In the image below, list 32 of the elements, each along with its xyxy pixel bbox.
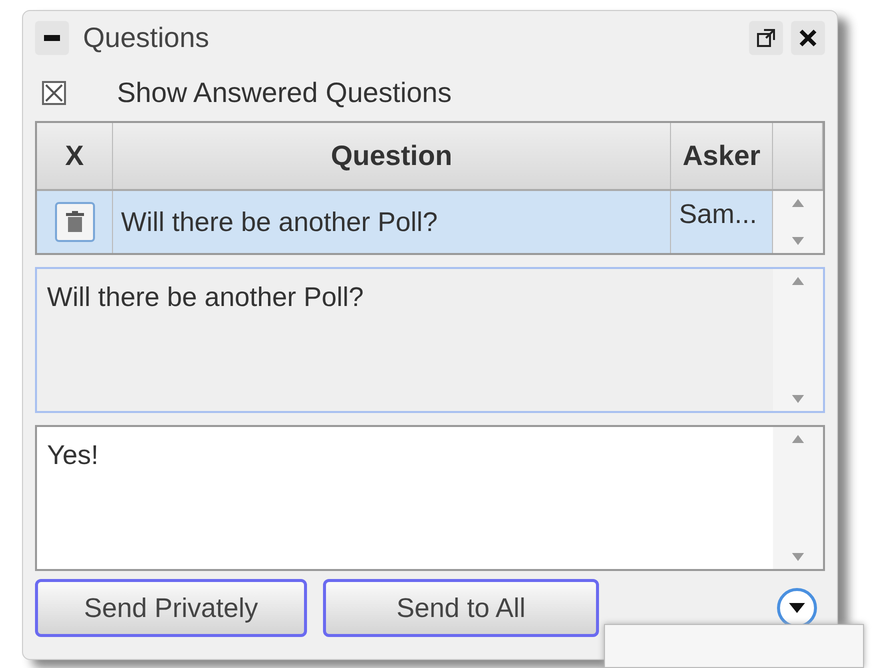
scroll-up-icon[interactable] (792, 199, 804, 207)
send-button[interactable]: Send to All (323, 579, 599, 637)
minimize-icon (44, 35, 60, 41)
answer-text-area[interactable]: Yes! (35, 425, 825, 571)
scrollbar[interactable] (773, 269, 823, 411)
question-text-area[interactable]: Will there be another Poll? (35, 267, 825, 413)
column-header[interactable]: Question (113, 123, 671, 189)
answer-text: Yes! (47, 440, 99, 470)
close-icon (799, 29, 817, 47)
question-text: Will there be another Poll? (47, 282, 364, 312)
popout-icon (756, 28, 776, 48)
scroll-up-icon[interactable] (792, 277, 804, 285)
scroll-down-icon[interactable] (792, 395, 804, 403)
popout-button[interactable] (749, 21, 783, 55)
scrollbar[interactable] (773, 427, 823, 569)
scroll-down-icon[interactable] (792, 553, 804, 561)
checkbox[interactable] (41, 80, 67, 106)
caret-icon (789, 603, 805, 613)
send-button[interactable]: Send Privately (35, 579, 307, 637)
table-cell-text: Sam... (679, 198, 758, 231)
trash-icon (64, 211, 84, 233)
column-header[interactable]: X (37, 123, 113, 189)
scrollbar[interactable] (773, 191, 823, 253)
table-cell-text: Will there be another Poll? (121, 206, 438, 239)
column-header[interactable]: Asker (671, 123, 773, 189)
delete-button[interactable] (54, 202, 94, 242)
minimize-button[interactable] (35, 21, 69, 55)
close-button[interactable] (791, 21, 825, 55)
checkbox-label: Show Answered Questions (117, 76, 452, 110)
panel-title: Questions (83, 21, 210, 55)
scroll-up-icon[interactable] (792, 435, 804, 443)
scroll-down-icon[interactable] (792, 237, 804, 245)
